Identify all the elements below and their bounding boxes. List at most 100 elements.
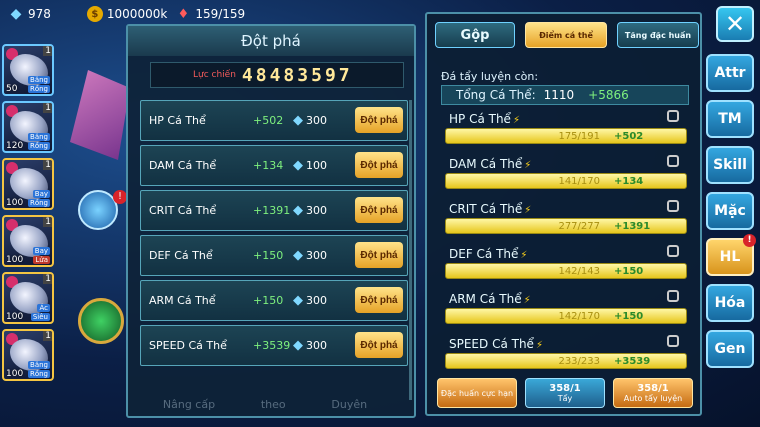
cost-value: 300 — [306, 339, 327, 352]
lock-icon[interactable] — [667, 200, 679, 212]
stat-bonus: +150 — [253, 249, 284, 262]
breakthrough-button[interactable]: Đột phá — [355, 242, 403, 268]
breakthrough-row: DAM Cá Thể +134 ◆ 100 Đột phá — [140, 145, 408, 186]
type-tag: Băng — [28, 133, 50, 141]
total-iv-row: Tổng Cá Thể: 1110 +5866 — [441, 85, 689, 105]
type-tag: Rồng — [27, 85, 50, 93]
iv-stat: DAM Cá Thể ⚡ 141/170 +134 — [441, 155, 689, 200]
bolt-icon: ⚡ — [524, 205, 532, 216]
total-iv-bonus: +5866 — [588, 88, 629, 102]
side-tab-hl-label: HL — [719, 249, 741, 265]
breakthrough-button[interactable]: Đột phá — [355, 197, 403, 223]
pet-level: 50 — [6, 84, 18, 94]
evolution-orb-icon[interactable] — [78, 298, 124, 344]
iv-bonus: +134 — [614, 175, 644, 187]
panel-title: Đột phá — [128, 26, 414, 56]
iv-stat: SPEED Cá Thể ⚡ 233/233 +3539 — [441, 335, 689, 380]
breakthrough-button[interactable]: Đột phá — [355, 152, 403, 178]
ghost-tab: Nâng cấp — [162, 398, 216, 411]
tab-individual-points[interactable]: Điểm cá thể — [525, 22, 607, 48]
side-tab-skill[interactable]: Skill — [706, 146, 754, 184]
type-tag: Bay — [32, 247, 50, 255]
bolt-icon: ⚡ — [523, 295, 531, 306]
notification-badge-icon: ! — [743, 234, 756, 247]
type-tag: Ác — [37, 304, 50, 312]
side-tab-gen[interactable]: Gen — [706, 330, 754, 368]
breakthrough-button[interactable]: Đột phá — [355, 107, 403, 133]
pet-slot[interactable]: 1 100 Bay Rồng — [2, 158, 54, 210]
iv-stat-name: ARM Cá Thể — [449, 292, 522, 306]
iv-stat-name-wrap: SPEED Cá Thể ⚡ — [449, 337, 543, 351]
stat-bonus: +134 — [253, 159, 284, 172]
auto-wash-count: 358/1 — [637, 383, 669, 394]
diamond-icon: ◆ — [293, 293, 303, 308]
side-nav: Attr TM Skill Mặc HL! Hóa Gen — [706, 54, 756, 376]
auto-wash-button[interactable]: 358/1 Auto tẩy luyện — [613, 378, 693, 408]
side-tab-tm[interactable]: TM — [706, 100, 754, 138]
background-character — [70, 70, 130, 160]
breakthrough-row: SPEED Cá Thể +3539 ◆ 300 Đột phá — [140, 325, 408, 366]
iv-value: 175/191 — [558, 130, 600, 142]
iv-progress-bar: 141/170 +134 — [445, 173, 687, 189]
pet-level: 100 — [6, 198, 24, 208]
bolt-icon: ⚡ — [520, 250, 528, 261]
lock-icon[interactable] — [667, 110, 679, 122]
lock-icon[interactable] — [667, 335, 679, 347]
pet-level: 100 — [6, 255, 24, 265]
stat-name: SPEED Cá Thể — [149, 339, 227, 352]
close-button[interactable]: ✕ — [716, 6, 754, 42]
diamond-counter: ◆ 978 — [8, 6, 51, 22]
type-tag: Bay — [32, 190, 50, 198]
lock-icon[interactable] — [667, 245, 679, 257]
lock-icon[interactable] — [667, 290, 679, 302]
potion-icon: ♦ — [177, 6, 190, 22]
bolt-icon: ⚡ — [524, 160, 532, 171]
breakthrough-button[interactable]: Đột phá — [355, 287, 403, 313]
pet-slot[interactable]: 1 50 Băng Rồng — [2, 44, 54, 96]
tab-special-training[interactable]: Tăng đặc huấn — [617, 22, 699, 48]
tab-merge[interactable]: Gộp — [435, 22, 515, 48]
iv-stat-name: DAM Cá Thể — [449, 157, 523, 171]
iv-stat-name: CRIT Cá Thể — [449, 202, 523, 216]
ultimate-training-button[interactable]: Đặc huấn cực hạn — [437, 378, 517, 408]
side-tab-attr[interactable]: Attr — [706, 54, 754, 92]
slot-number: 1 — [43, 46, 52, 56]
type-tag: Rồng — [27, 370, 50, 378]
combat-power-label: Lực chiến — [193, 70, 236, 80]
pet-slot[interactable]: 1 100 Bay Lửa — [2, 215, 54, 267]
action-buttons: Đặc huấn cực hạn 358/1 Tẩy 358/1 Auto tẩy … — [437, 378, 693, 408]
iv-progress-bar: 142/143 +150 — [445, 263, 687, 279]
pet-slot[interactable]: 1 100 Ác Siêu — [2, 272, 54, 324]
iv-stat-name: SPEED Cá Thể — [449, 337, 534, 351]
gold-count: 1000000k — [106, 7, 168, 21]
breakthrough-list: HP Cá Thể +502 ◆ 300 Đột phá DAM Cá Thể +… — [140, 100, 408, 370]
iv-stat-name-wrap: ARM Cá Thể ⚡ — [449, 292, 531, 306]
total-iv-value: 1110 — [543, 88, 575, 102]
pet-level: 120 — [6, 141, 24, 151]
pet-slot[interactable]: 1 120 Băng Rồng — [2, 101, 54, 153]
lock-icon[interactable] — [667, 155, 679, 167]
event-icon[interactable] — [78, 190, 118, 230]
diamond-icon: ◆ — [293, 248, 303, 263]
iv-value: 142/170 — [558, 310, 600, 322]
slot-number: 1 — [43, 331, 52, 341]
cost: ◆ 300 — [293, 203, 353, 218]
iv-stat-name-wrap: CRIT Cá Thể ⚡ — [449, 202, 531, 216]
bolt-icon: ⚡ — [512, 115, 520, 126]
iv-stat-name: HP Cá Thể — [449, 112, 511, 126]
cost: ◆ 300 — [293, 338, 353, 353]
iv-bonus: +3539 — [614, 355, 651, 367]
wash-button[interactable]: 358/1 Tẩy — [525, 378, 605, 408]
side-tab-hl[interactable]: HL! — [706, 234, 756, 276]
background-tabs: Nâng cấp theo Duyên — [140, 398, 390, 411]
energy-counter: ♦ 159/159 — [175, 6, 245, 22]
bolt-icon: ⚡ — [535, 340, 543, 351]
cost-value: 300 — [306, 204, 327, 217]
side-tab-transform[interactable]: Hóa — [706, 284, 754, 322]
pet-slot[interactable]: 1 100 Băng Rồng — [2, 329, 54, 381]
breakthrough-button[interactable]: Đột phá — [355, 332, 403, 358]
side-tab-equip[interactable]: Mặc — [706, 192, 754, 230]
iv-progress-bar: 233/233 +3539 — [445, 353, 687, 369]
scrollbar[interactable] — [409, 100, 412, 400]
slot-number: 1 — [43, 103, 52, 113]
